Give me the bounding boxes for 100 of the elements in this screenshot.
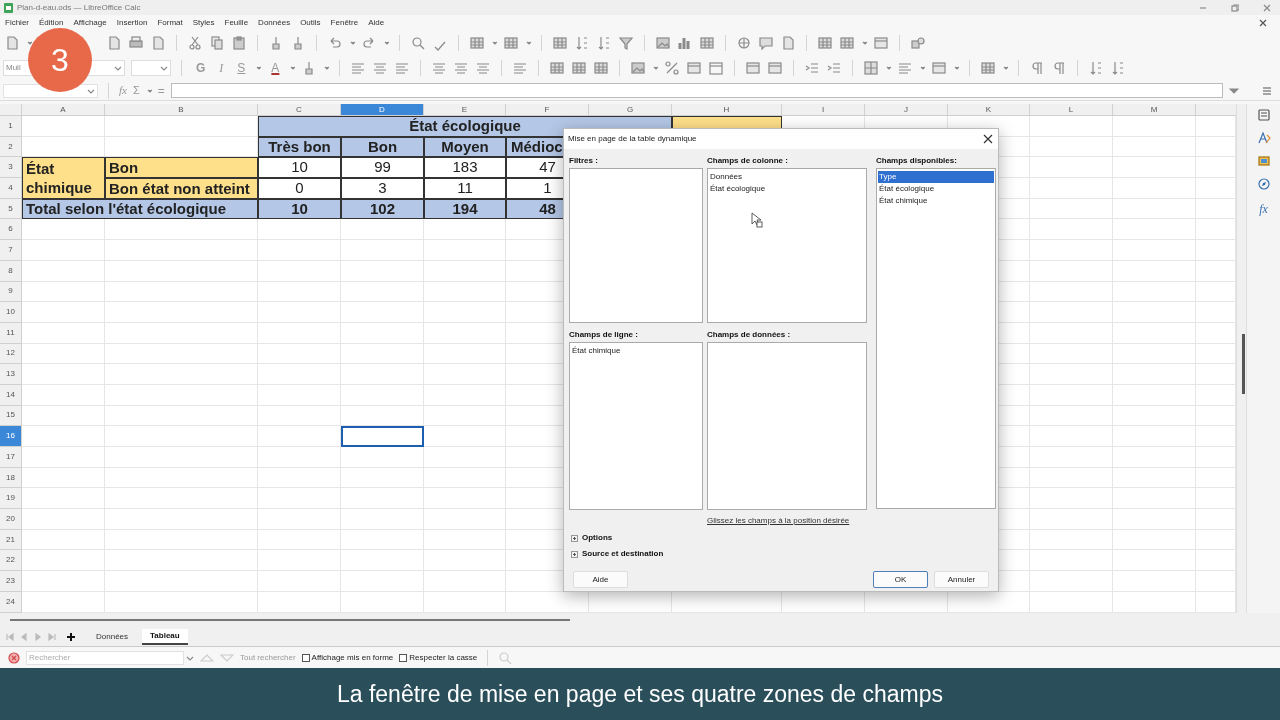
column-header[interactable]: J (865, 104, 948, 116)
center-icon[interactable] (372, 60, 389, 76)
navigator-icon[interactable] (1256, 177, 1271, 191)
caret-icon[interactable] (953, 64, 960, 72)
column-header[interactable]: H (672, 104, 782, 116)
field-list[interactable]: Données État écologique (707, 168, 867, 323)
column-header[interactable]: G (589, 104, 672, 116)
column-header[interactable]: A (22, 104, 105, 116)
menu-icon[interactable] (1261, 85, 1273, 96)
clipboard-icon[interactable] (231, 34, 247, 51)
row-header[interactable]: 2 (0, 136, 22, 158)
row-header[interactable]: 1 (0, 116, 22, 137)
image-icon[interactable] (655, 34, 671, 51)
document-icon[interactable] (4, 34, 20, 51)
table-icon[interactable] (552, 34, 568, 51)
menu-item[interactable]: Édition (39, 16, 64, 29)
menu-item[interactable]: Styles (192, 16, 215, 29)
row-header[interactable]: 6 (0, 219, 22, 241)
field-item[interactable]: Données (709, 171, 865, 183)
align-icon[interactable] (897, 60, 914, 76)
search-field[interactable]: Rechercher (26, 650, 184, 665)
column-header[interactable]: I (782, 104, 865, 116)
horizontal-scrollbar[interactable] (10, 619, 570, 621)
row-header[interactable]: 23 (0, 571, 22, 592)
table-icon[interactable] (817, 34, 833, 51)
field-item[interactable]: État chimique (571, 345, 701, 357)
sort-icon[interactable] (574, 34, 590, 51)
row-header[interactable]: 9 (0, 281, 22, 303)
row-header[interactable]: 18 (0, 467, 22, 489)
field-item[interactable]: État chimique (878, 195, 994, 207)
menu-item[interactable]: Affichage (73, 16, 107, 29)
field-list[interactable] (569, 168, 703, 323)
column-header[interactable] (1196, 104, 1236, 116)
field-list[interactable] (707, 342, 867, 510)
dialog-button[interactable]: OK (873, 571, 928, 588)
functions-button[interactable]: fx (1259, 200, 1268, 218)
frame-icon[interactable] (931, 60, 948, 76)
caret-icon[interactable] (255, 64, 262, 72)
scissors-icon[interactable] (187, 34, 203, 51)
row-header[interactable]: 4 (0, 178, 22, 199)
menu-item[interactable]: Format (157, 16, 183, 29)
field-item[interactable]: État écologique (709, 183, 865, 195)
last-sheet-icon[interactable] (48, 632, 56, 641)
row-header[interactable]: 13 (0, 364, 22, 385)
caret-icon[interactable] (919, 64, 926, 72)
caret-icon[interactable] (323, 64, 330, 72)
menu-item[interactable]: Feuille (224, 16, 249, 29)
row-header[interactable]: 21 (0, 529, 22, 551)
center-icon[interactable] (475, 60, 492, 76)
percent-icon[interactable] (664, 60, 681, 76)
field-list[interactable]: Type État écologique État chimique (876, 168, 996, 509)
row-header[interactable]: 24 (0, 591, 22, 613)
sheet-tab[interactable]: Données (88, 628, 137, 645)
close-icon[interactable] (983, 134, 993, 144)
dialog-button[interactable]: Aide (573, 571, 628, 588)
table-icon[interactable] (593, 60, 610, 76)
find-replace-icon[interactable] (498, 650, 513, 665)
formula-input[interactable] (170, 83, 1223, 98)
printer-icon[interactable] (128, 34, 144, 51)
menu-item[interactable]: Aide (368, 16, 385, 29)
previous-sheet-icon[interactable] (20, 632, 28, 641)
font-size-field[interactable] (131, 60, 171, 76)
document-icon[interactable] (780, 34, 796, 51)
field-item[interactable]: Type (878, 171, 994, 183)
expander[interactable]: Source et destination (571, 548, 991, 560)
menu-item[interactable]: Fenêtre (330, 16, 359, 29)
globe-icon[interactable] (736, 34, 752, 51)
close-icon[interactable] (1259, 18, 1267, 27)
row-header[interactable]: 20 (0, 509, 22, 530)
indent-icon[interactable] (804, 60, 821, 76)
properties-icon[interactable] (1256, 108, 1271, 122)
column-header[interactable]: D (341, 104, 424, 116)
table-icon[interactable] (980, 60, 997, 76)
frame-icon[interactable] (873, 34, 889, 51)
row-header[interactable]: 11 (0, 322, 22, 344)
row-header[interactable]: 15 (0, 405, 22, 427)
scrollbar-thumb[interactable] (1242, 334, 1245, 394)
row-header[interactable]: 17 (0, 447, 22, 468)
shapes-icon[interactable] (910, 34, 926, 51)
selected-cell[interactable] (341, 426, 424, 447)
checkbox[interactable] (301, 653, 310, 662)
row-header[interactable]: 12 (0, 343, 22, 365)
caret-icon[interactable] (289, 64, 296, 72)
column-header[interactable]: B (105, 104, 258, 116)
row-header[interactable]: 5 (0, 198, 22, 220)
vertical-scrollbar[interactable] (1236, 104, 1246, 613)
calendar-icon[interactable] (708, 60, 725, 76)
find-previous-icon[interactable] (200, 653, 214, 662)
find-next-icon[interactable] (220, 653, 234, 662)
copy-icon[interactable] (209, 34, 225, 51)
frame-icon[interactable] (745, 60, 762, 76)
document-icon[interactable] (150, 34, 166, 51)
row-header[interactable]: 22 (0, 550, 22, 572)
border-icon[interactable] (863, 60, 880, 76)
row-header[interactable]: 14 (0, 384, 22, 406)
caret-icon[interactable] (1229, 86, 1239, 95)
comment-icon[interactable] (758, 34, 774, 51)
row-header[interactable]: 10 (0, 302, 22, 323)
align-icon[interactable] (512, 60, 529, 76)
add-sheet-icon[interactable] (66, 631, 76, 642)
